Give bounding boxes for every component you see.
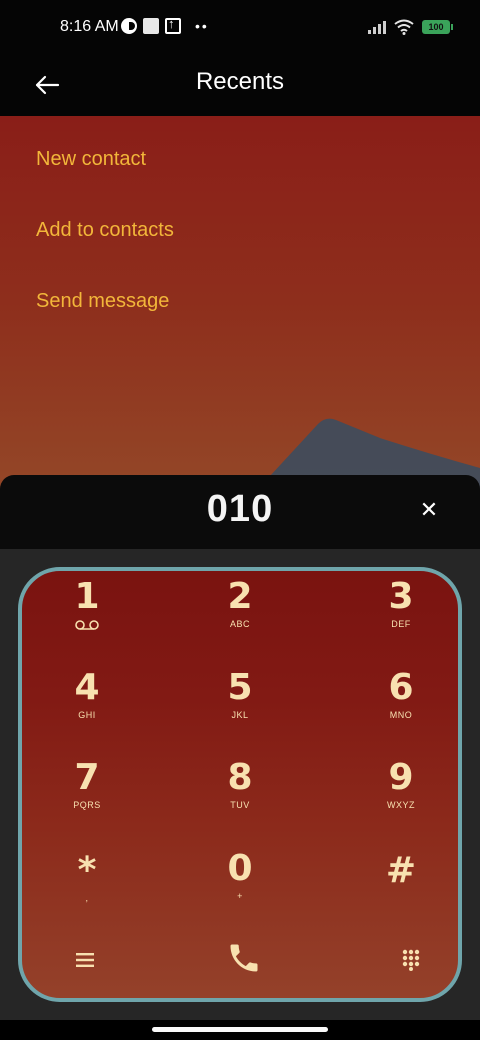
key-digit: 2 (227, 576, 253, 617)
key-star[interactable]: * , (32, 851, 142, 931)
system-icons: 100 (368, 19, 453, 35)
dialpad-icon (402, 949, 420, 971)
key-4[interactable]: 4 GHI (32, 668, 142, 748)
key-digit: 1 (74, 576, 100, 617)
voicemail-icon (32, 619, 142, 633)
key-digit: 3 (388, 576, 414, 617)
key-hash[interactable]: # (346, 851, 456, 931)
key-digit: 0 (227, 848, 253, 889)
home-indicator[interactable] (152, 1027, 328, 1032)
key-letters: ABC (229, 619, 250, 629)
key-letters: DEF (391, 619, 411, 629)
key-letters: , (85, 893, 89, 903)
key-9[interactable]: 9 WXYZ (346, 758, 456, 838)
phone-call-icon (230, 944, 258, 972)
new-contact-action[interactable]: New contact (36, 148, 146, 171)
key-2[interactable]: 2 ABC (185, 577, 295, 657)
status-time: 8:16 AM (60, 18, 119, 35)
send-message-action[interactable]: Send message (36, 290, 169, 313)
app-bar: Recents (0, 56, 480, 116)
key-8[interactable]: 8 TUV (185, 758, 295, 838)
call-button[interactable] (219, 933, 269, 983)
menu-icon (76, 953, 94, 967)
battery-icon: 100 (422, 20, 453, 34)
keypad: 1 2 ABC 3 DEF 4 GHI 5 JKL 6 MNO 7 PQRS 8… (18, 567, 462, 1002)
add-to-contacts-action[interactable]: Add to contacts (36, 219, 174, 242)
wallpaper-mountain (260, 418, 480, 516)
key-digit: 7 (74, 757, 100, 798)
more-dots-icon: •• (195, 18, 209, 34)
key-digit: 9 (388, 757, 414, 798)
notification-icons: •• (121, 16, 209, 34)
key-digit: 8 (227, 757, 253, 798)
key-digit: # (385, 850, 417, 891)
key-digit: * (77, 850, 97, 891)
key-letters: + (237, 891, 243, 901)
key-1[interactable]: 1 (32, 577, 142, 657)
wifi-icon (394, 19, 414, 35)
signal-icon (368, 20, 386, 34)
key-digit: 5 (227, 667, 253, 708)
dial-display: 010 ✕ (0, 475, 480, 549)
dialed-number[interactable]: 010 (0, 488, 480, 531)
close-icon[interactable]: ✕ (414, 495, 444, 525)
menu-button[interactable] (60, 935, 110, 985)
key-6[interactable]: 6 MNO (346, 668, 456, 748)
key-7[interactable]: 7 PQRS (32, 758, 142, 838)
key-letters: PQRS (73, 800, 101, 810)
key-5[interactable]: 5 JKL (185, 668, 295, 748)
key-3[interactable]: 3 DEF (346, 577, 456, 657)
square-notification-icon (143, 18, 159, 34)
key-letters: WXYZ (387, 800, 415, 810)
key-letters: GHI (78, 710, 96, 720)
key-0[interactable]: 0 + (185, 849, 295, 929)
upload-icon (165, 16, 181, 34)
status-bar: 8:16 AM •• 100 (0, 0, 480, 56)
key-digit: 6 (388, 667, 414, 708)
dialpad-button[interactable] (386, 935, 436, 985)
key-digit: 4 (74, 667, 100, 708)
key-letters: JKL (231, 710, 249, 720)
key-letters: TUV (230, 800, 250, 810)
page-title: Recents (195, 68, 285, 95)
app-notification-icon (121, 18, 137, 34)
key-letters: MNO (389, 710, 413, 720)
